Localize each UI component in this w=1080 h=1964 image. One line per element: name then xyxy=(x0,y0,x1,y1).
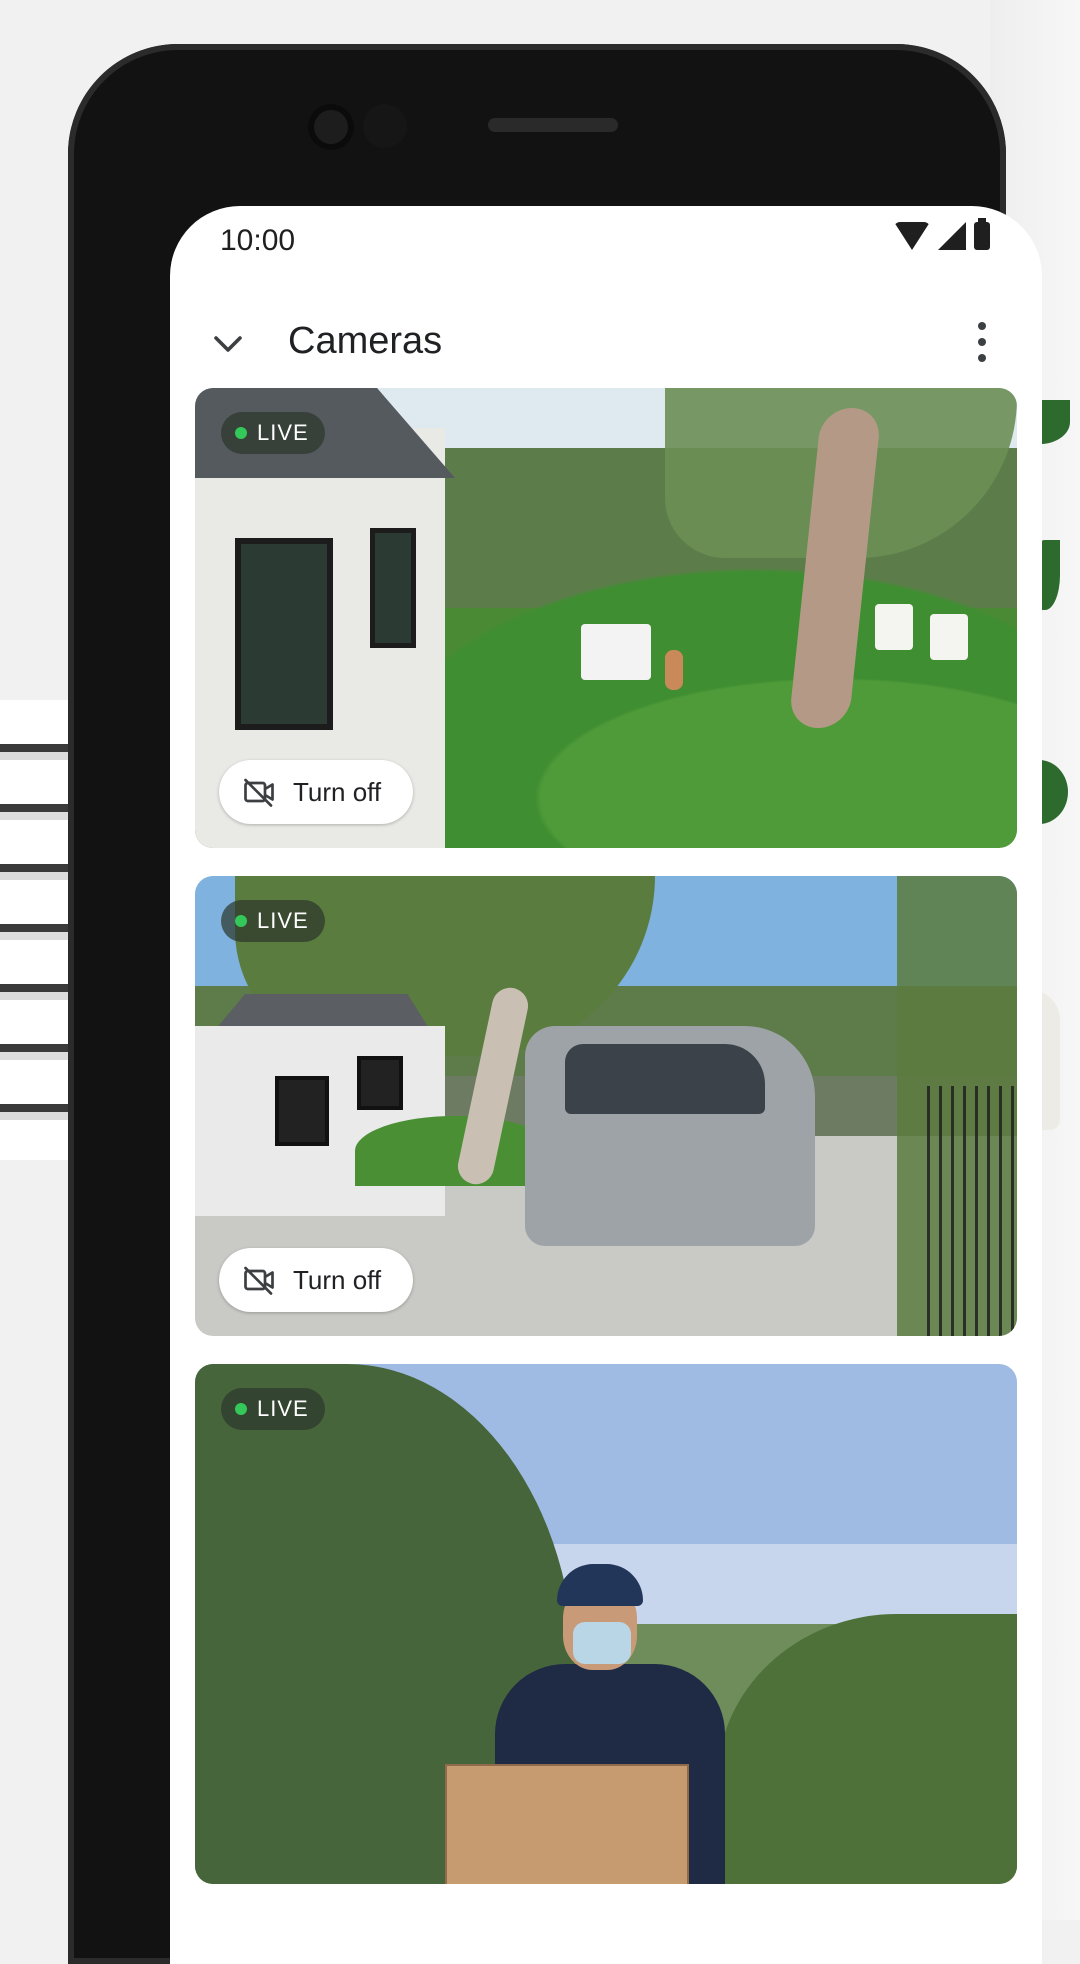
scene-window xyxy=(357,1056,403,1110)
turn-off-button[interactable]: Turn off xyxy=(219,1248,414,1312)
scene-bush xyxy=(717,1614,1017,1884)
scene-person-cap xyxy=(557,1564,643,1606)
scene-car-window xyxy=(565,1044,765,1114)
camera-feed-list: LIVE Turn off LIVE Turn off LIVE xyxy=(195,388,1017,1912)
live-label: LIVE xyxy=(257,420,309,445)
app-bar: Cameras xyxy=(170,296,1042,396)
scene-fence xyxy=(927,1086,1017,1336)
scene-window xyxy=(370,528,416,648)
scene-window xyxy=(235,538,333,730)
turn-off-label: Turn off xyxy=(293,776,382,807)
chevron-down-icon[interactable] xyxy=(210,326,246,362)
scene-chair xyxy=(875,604,913,650)
camera-card-front-door[interactable]: LIVE xyxy=(195,1364,1017,1884)
videocam-off-icon xyxy=(244,1266,274,1295)
scene-person-mask xyxy=(573,1622,631,1664)
battery-icon xyxy=(974,218,990,250)
scene-package xyxy=(445,1764,689,1884)
page-title: Cameras xyxy=(288,320,443,362)
turn-off-button[interactable]: Turn off xyxy=(219,760,414,824)
live-label: LIVE xyxy=(257,1396,309,1421)
live-dot xyxy=(235,915,247,927)
scene-chair xyxy=(930,614,968,660)
wifi-icon xyxy=(894,222,930,250)
status-bar: 10:00 xyxy=(170,206,1042,272)
live-badge: LIVE xyxy=(221,412,325,454)
turn-off-label: Turn off xyxy=(293,1264,382,1295)
phone-frame: 10:00 Cameras LIVE Turn off LIVE Turn of… xyxy=(68,44,1042,1964)
live-dot xyxy=(235,427,247,439)
earpiece-speaker xyxy=(488,118,618,132)
background-shelf xyxy=(0,700,70,1160)
status-icons xyxy=(894,218,990,250)
scene-window xyxy=(275,1076,329,1146)
camera-card-backyard[interactable]: LIVE Turn off xyxy=(195,388,1017,848)
status-time: 10:00 xyxy=(220,224,296,257)
camera-card-driveway[interactable]: LIVE Turn off xyxy=(195,876,1017,1336)
phone-screen: 10:00 Cameras LIVE Turn off LIVE Turn of… xyxy=(170,206,1042,1964)
live-dot xyxy=(235,1403,247,1415)
cell-signal-icon xyxy=(938,222,966,250)
scene-dog xyxy=(665,650,683,690)
live-badge: LIVE xyxy=(221,900,325,942)
live-badge: LIVE xyxy=(221,1388,325,1430)
more-vert-icon[interactable] xyxy=(976,322,988,362)
scene-doghouse xyxy=(581,624,651,680)
front-camera xyxy=(308,104,354,150)
videocam-off-icon xyxy=(244,778,274,807)
live-label: LIVE xyxy=(257,908,309,933)
front-sensor xyxy=(363,104,407,148)
